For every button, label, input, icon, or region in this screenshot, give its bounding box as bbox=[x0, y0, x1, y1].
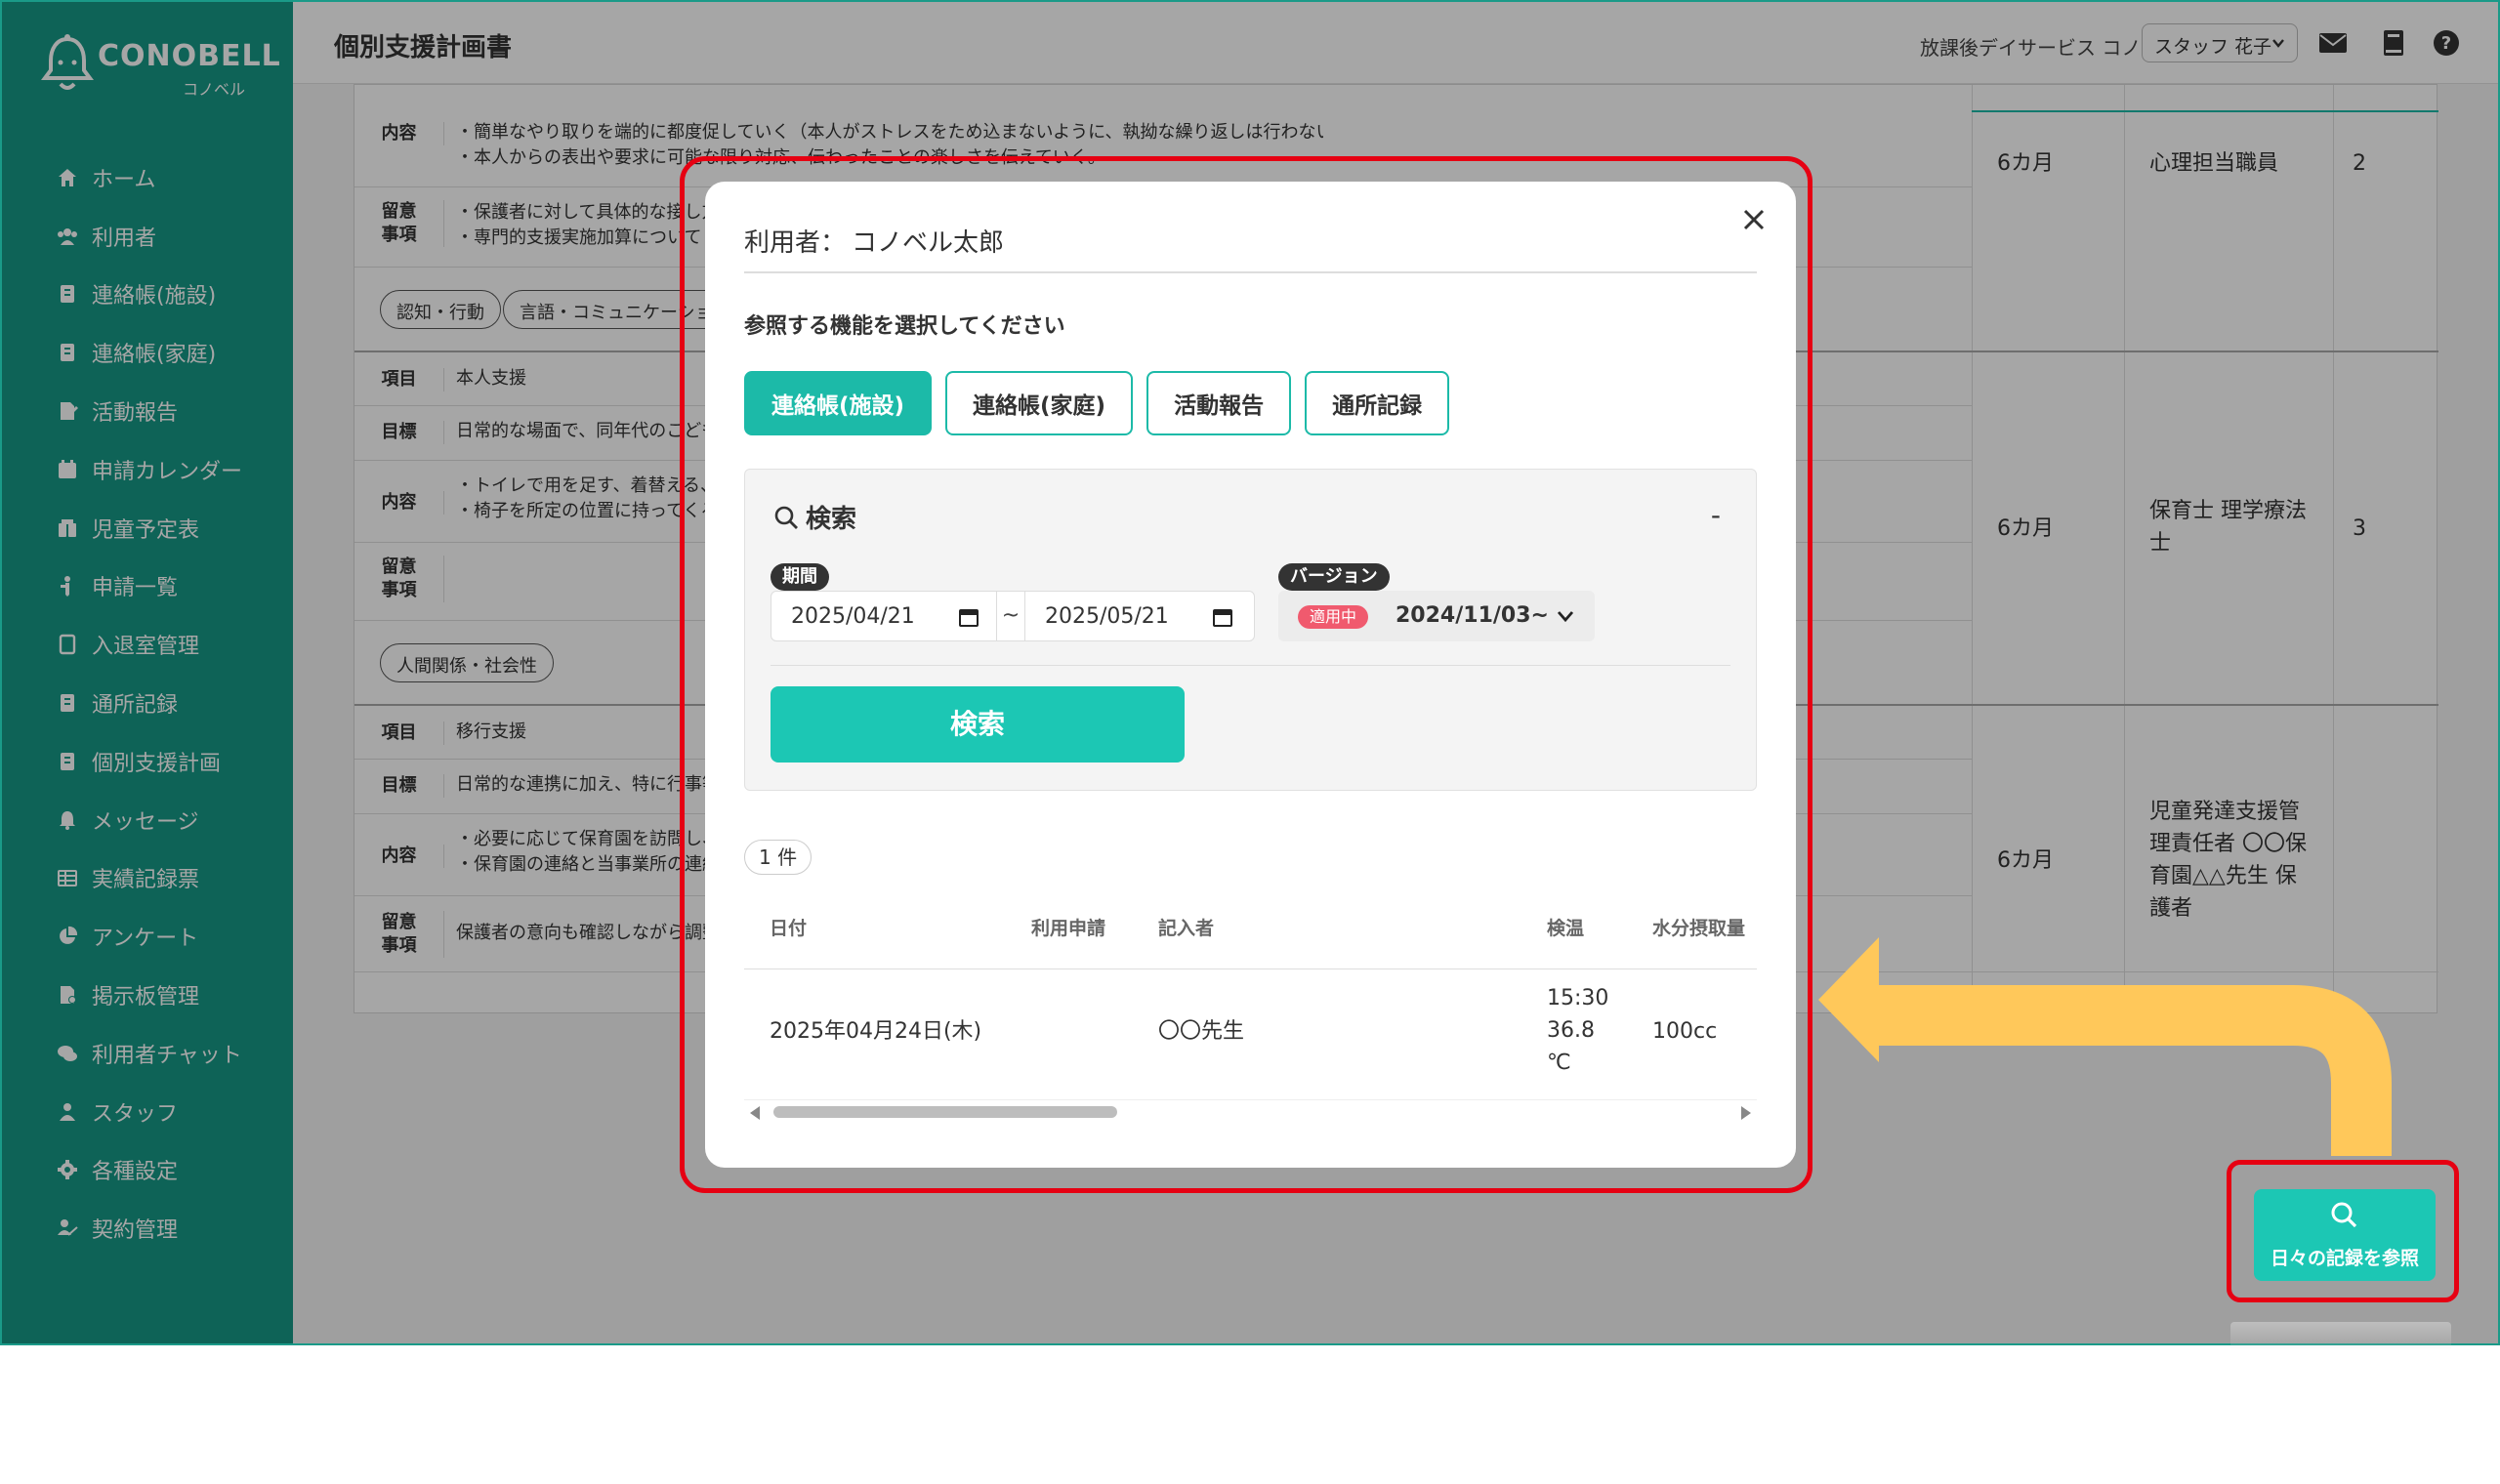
daily-records-label: 日々の記録を参照 bbox=[2270, 1248, 2419, 1269]
search-icon bbox=[2331, 1202, 2357, 1228]
modal-highlight-frame bbox=[680, 156, 1812, 1193]
button-shadow bbox=[2230, 1322, 2451, 1351]
daily-records-button[interactable]: 日々の記録を参照 bbox=[2254, 1189, 2436, 1281]
